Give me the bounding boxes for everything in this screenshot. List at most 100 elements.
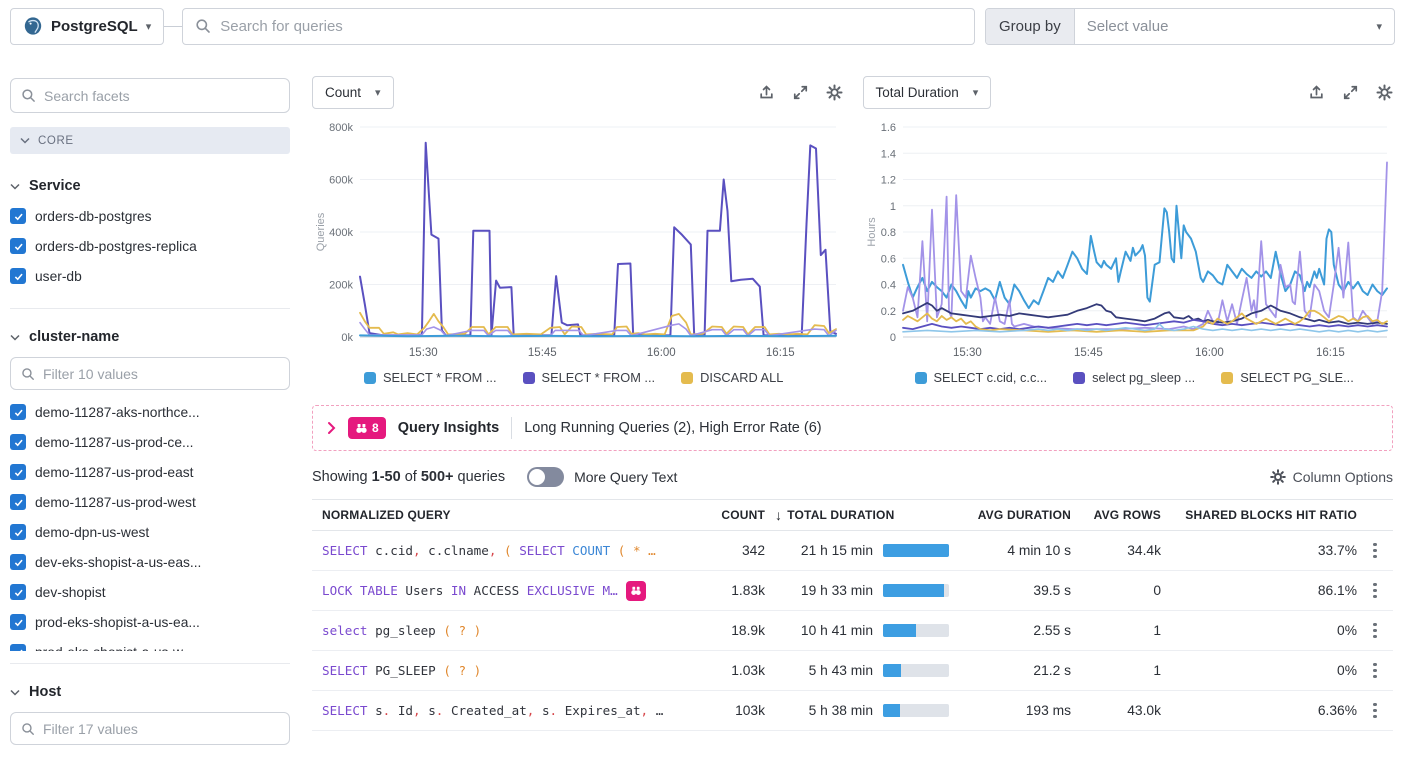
facet-checkbox-item[interactable]: dev-shopist xyxy=(10,582,290,602)
more-query-text-toggle[interactable] xyxy=(527,467,564,487)
normalized-query-cell[interactable]: select pg_sleep ( ? ) xyxy=(312,623,693,638)
table-row[interactable]: SELECT c.cid, c.clname, ( SELECT COUNT (… xyxy=(312,531,1393,571)
facet-checkbox-item[interactable]: orders-db-postgres-replica xyxy=(10,236,290,256)
facet-checkbox-item[interactable]: demo-11287-us-prod-west xyxy=(10,492,290,512)
row-actions-menu[interactable] xyxy=(1357,663,1393,679)
core-section-header[interactable]: CORE xyxy=(10,127,290,154)
query-search xyxy=(182,8,975,45)
checkbox-checked-icon[interactable] xyxy=(10,464,26,480)
checkbox-checked-icon[interactable] xyxy=(10,238,26,254)
facet-checkbox-item[interactable]: demo-11287-aks-northce... xyxy=(10,402,290,422)
facet-checkbox-item[interactable]: demo-dpn-us-west xyxy=(10,522,290,542)
legend-item[interactable]: SELECT * FROM ... xyxy=(364,370,497,385)
facet-checkbox-item[interactable]: dev-eks-shopist-a-us-eas... xyxy=(10,552,290,572)
legend-label: SELECT PG_SLE... xyxy=(1240,370,1354,385)
checkbox-checked-icon[interactable] xyxy=(10,584,26,600)
facet-group-service-header[interactable]: Service xyxy=(10,178,290,194)
facet-value-label: prod-eks-shopist-a-us-w xyxy=(35,645,183,652)
service-facet-list: orders-db-postgres orders-db-postgres-re… xyxy=(10,206,290,286)
normalized-query-cell[interactable]: SELECT c.cid, c.clname, ( SELECT COUNT (… xyxy=(312,543,693,558)
chevron-right-icon[interactable] xyxy=(327,421,336,435)
checkbox-checked-icon[interactable] xyxy=(10,554,26,570)
table-row[interactable]: LOCK TABLE Users IN ACCESS EXCLUSIVE M… … xyxy=(312,571,1393,611)
legend-swatch xyxy=(915,372,927,384)
legend-item[interactable]: DISCARD ALL xyxy=(681,370,783,385)
svg-text:0.6: 0.6 xyxy=(880,253,895,265)
legend-label: DISCARD ALL xyxy=(700,370,783,385)
showing-text: Showing 1-50 of 500+ queries xyxy=(312,469,505,485)
total-duration-cell: 5 h 38 min xyxy=(765,703,873,718)
facet-value-label: demo-11287-us-prod-west xyxy=(35,495,196,510)
column-header-shared-blocks-hit-ratio[interactable]: SHARED BLOCKS HIT RATIO xyxy=(1161,508,1357,522)
column-header-normalized-query[interactable]: NORMALIZED QUERY xyxy=(312,508,693,522)
chevron-down-icon xyxy=(10,689,20,696)
column-options-button[interactable]: Column Options xyxy=(1270,469,1393,485)
checkbox-checked-icon[interactable] xyxy=(10,494,26,510)
legend-item[interactable]: SELECT * FROM ... xyxy=(523,370,656,385)
column-header-avg-rows[interactable]: AVG ROWS xyxy=(1071,508,1161,522)
total-duration-chart[interactable]: 00.20.40.60.811.21.41.615:3015:4516:0016… xyxy=(863,113,1393,363)
table-row[interactable]: SELECT PG_SLEEP ( ? ) 1.03k 5 h 43 min 2… xyxy=(312,651,1393,691)
checkbox-checked-icon[interactable] xyxy=(10,644,26,651)
checkbox-checked-icon[interactable] xyxy=(10,208,26,224)
normalized-query-cell[interactable]: SELECT s. Id, s. Created_at, s. Expires_… xyxy=(312,703,693,718)
gear-icon[interactable] xyxy=(1376,84,1393,101)
query-insights-banner[interactable]: 8 Query Insights Long Running Queries (2… xyxy=(312,405,1393,451)
facet-group-cluster-header[interactable]: cluster-name xyxy=(10,329,290,345)
database-type-select[interactable]: PostgreSQL ▾ xyxy=(10,8,164,45)
svg-text:Queries: Queries xyxy=(315,212,327,251)
count-metric-select[interactable]: Count ▾ xyxy=(312,76,394,109)
table-row[interactable]: SELECT s. Id, s. Created_at, s. Expires_… xyxy=(312,691,1393,731)
count-chart[interactable]: 0k200k400k600k800k15:3015:4516:0016:15Qu… xyxy=(312,113,842,363)
top-bar: PostgreSQL ▾ Group by Select value ▾ xyxy=(0,0,1405,52)
gear-icon[interactable] xyxy=(826,84,843,101)
checkbox-checked-icon[interactable] xyxy=(10,524,26,540)
normalized-query-cell[interactable]: SELECT PG_SLEEP ( ? ) xyxy=(312,663,693,678)
export-icon[interactable] xyxy=(758,84,775,101)
table-row[interactable]: select pg_sleep ( ? ) 18.9k 10 h 41 min … xyxy=(312,611,1393,651)
svg-text:15:45: 15:45 xyxy=(528,347,557,359)
row-actions-menu[interactable] xyxy=(1357,623,1393,639)
legend-item[interactable]: select pg_sleep ... xyxy=(1073,370,1195,385)
total-duration-metric-select[interactable]: Total Duration ▾ xyxy=(863,76,992,109)
legend-label: SELECT * FROM ... xyxy=(383,370,497,385)
facet-checkbox-item[interactable]: prod-eks-shopist-a-us-ea... xyxy=(10,612,290,632)
bar-track xyxy=(883,544,949,557)
facet-checkbox-item[interactable]: demo-11287-us-prod-ce... xyxy=(10,432,290,452)
column-header-avg-duration[interactable]: AVG DURATION xyxy=(957,508,1071,522)
facet-checkbox-item[interactable]: demo-11287-us-prod-east xyxy=(10,462,290,482)
expand-icon[interactable] xyxy=(792,84,809,101)
total-duration-cell: 5 h 43 min xyxy=(765,663,873,678)
column-header-count[interactable]: COUNT xyxy=(693,508,765,522)
row-actions-menu[interactable] xyxy=(1357,583,1393,599)
row-actions-menu[interactable] xyxy=(1357,543,1393,559)
row-actions-menu[interactable] xyxy=(1357,703,1393,719)
facet-search-input[interactable] xyxy=(44,88,279,104)
table-toolbar: Showing 1-50 of 500+ queries More Query … xyxy=(312,467,1393,487)
export-icon[interactable] xyxy=(1308,84,1325,101)
bar-fill xyxy=(883,704,900,717)
column-header-total-duration[interactable]: ↓TOTAL DURATION xyxy=(765,507,957,523)
query-search-input[interactable] xyxy=(220,18,962,35)
group-by-value-select[interactable]: Select value ▾ xyxy=(1075,9,1394,44)
facet-checkbox-item[interactable]: user-db xyxy=(10,266,290,286)
column-options-label: Column Options xyxy=(1293,469,1393,485)
checkbox-checked-icon[interactable] xyxy=(10,404,26,420)
facet-checkbox-item[interactable]: orders-db-postgres xyxy=(10,206,290,226)
total-duration-bar xyxy=(873,664,957,677)
count-cell: 18.9k xyxy=(693,623,765,638)
legend-item[interactable]: SELECT c.cid, c.c... xyxy=(915,370,1048,385)
legend-item[interactable]: SELECT PG_SLE... xyxy=(1221,370,1354,385)
checkbox-checked-icon[interactable] xyxy=(10,434,26,450)
checkbox-checked-icon[interactable] xyxy=(10,614,26,630)
cluster-filter-input[interactable] xyxy=(43,366,279,382)
divider xyxy=(511,417,512,439)
facet-checkbox-item[interactable]: prod-eks-shopist-a-us-w xyxy=(10,642,290,651)
expand-icon[interactable] xyxy=(1342,84,1359,101)
normalized-query-cell[interactable]: LOCK TABLE Users IN ACCESS EXCLUSIVE M… xyxy=(312,581,693,601)
insight-badge[interactable] xyxy=(626,581,646,601)
checkbox-checked-icon[interactable] xyxy=(10,268,26,284)
bar-fill xyxy=(883,624,916,637)
host-filter-input[interactable] xyxy=(43,721,279,737)
facet-group-host-header[interactable]: Host xyxy=(10,684,290,700)
